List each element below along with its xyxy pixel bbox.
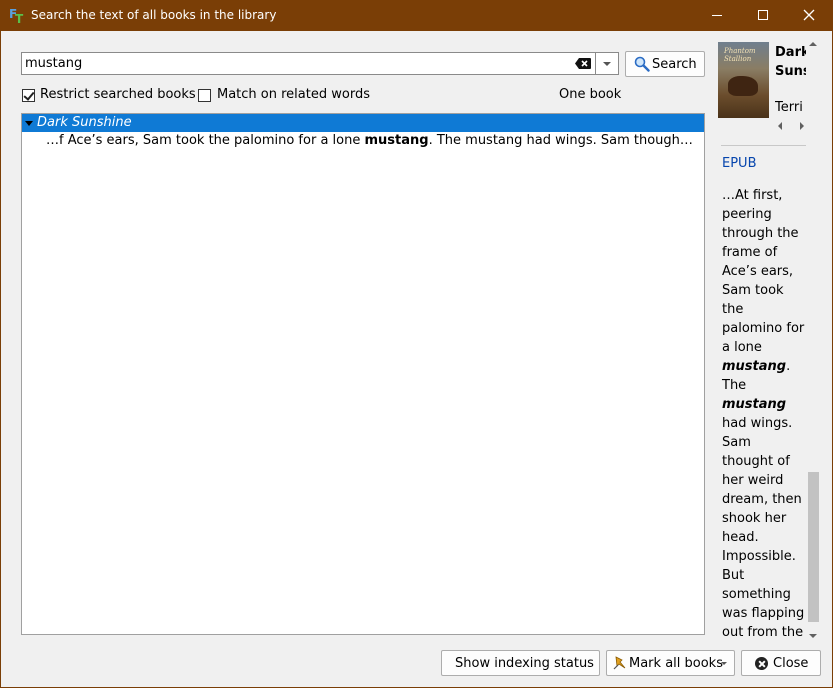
snippet-before: …f Ace’s ears, Sam took the palomino for… — [46, 133, 365, 148]
clear-text-icon[interactable] — [575, 58, 591, 69]
minimize-button[interactable] — [694, 0, 740, 31]
book-cover[interactable]: Phantom Stallion — [718, 42, 769, 118]
app-icon: FT — [9, 7, 24, 26]
snippet-match: mustang — [364, 133, 429, 148]
indexing-button-label: Show indexing status — [455, 656, 594, 671]
snippet-text: …At first, peering through the frame of … — [722, 188, 805, 355]
divider — [721, 145, 817, 146]
result-book-row[interactable]: Dark Sunshine — [22, 114, 704, 132]
maximize-button[interactable] — [740, 0, 786, 31]
details-panel: Phantom Stallion Dark Sunshine Terri EPU… — [715, 38, 822, 644]
search-icon — [634, 56, 650, 72]
close-button-label: Close — [773, 656, 809, 671]
result-book-title: Dark Sunshine — [37, 115, 132, 130]
book-title: Dark Sunshine — [775, 45, 807, 79]
pin-icon — [613, 656, 626, 670]
close-circle-icon — [755, 657, 768, 670]
close-window-button[interactable] — [786, 0, 832, 31]
search-box — [21, 52, 596, 75]
scroll-left-icon[interactable] — [778, 122, 782, 130]
scroll-up-icon[interactable] — [809, 42, 817, 46]
mark-button-label: Mark all books — [629, 656, 723, 671]
search-history-dropdown[interactable] — [596, 52, 619, 75]
mark-all-books-button[interactable]: Mark all books — [606, 650, 735, 676]
results-tree[interactable]: Dark Sunshine …f Ace’s ears, Sam took th… — [21, 113, 705, 635]
format-link[interactable]: EPUB — [722, 156, 757, 171]
close-button[interactable]: Close — [741, 650, 821, 676]
snippet-scrollbar[interactable] — [806, 38, 821, 644]
cover-title: Phantom Stallion — [724, 47, 756, 63]
scrollbar-thumb[interactable] — [808, 472, 819, 622]
window-title: Search the text of all books in the libr… — [31, 8, 277, 22]
search-button-label: Search — [652, 57, 697, 72]
book-author: Terri — [775, 100, 803, 115]
show-indexing-status-button[interactable]: Show indexing status — [441, 650, 600, 676]
expand-arrow-icon[interactable] — [25, 121, 33, 126]
related-words-label[interactable]: Match on related words — [217, 87, 370, 102]
snippet-after: . The mustang had wings. Sam thought of … — [428, 133, 698, 148]
result-snippet[interactable]: …f Ace’s ears, Sam took the palomino for… — [46, 133, 698, 148]
close-icon — [803, 9, 815, 21]
scroll-right-icon[interactable] — [800, 122, 804, 130]
search-button[interactable]: Search — [625, 51, 705, 77]
related-words-checkbox[interactable] — [198, 89, 211, 102]
result-count: One book — [559, 87, 622, 102]
scroll-down-icon[interactable] — [809, 634, 817, 638]
snippet-highlight: mustang — [722, 397, 787, 412]
menu-arrow-icon — [721, 662, 727, 665]
search-input[interactable] — [25, 55, 565, 72]
title-bar: FT Search the text of all books in the l… — [0, 0, 833, 31]
cover-horse-image — [728, 76, 758, 96]
restrict-books-checkbox[interactable] — [22, 89, 35, 102]
snippet-text: had wings. Sam thought of her weird drea… — [722, 416, 805, 640]
full-snippet: …At first, peering through the frame of … — [722, 186, 806, 642]
snippet-highlight: mustang — [722, 359, 787, 374]
restrict-books-label[interactable]: Restrict searched books — [40, 87, 196, 102]
title-horizontal-scrollbar[interactable] — [775, 120, 807, 132]
